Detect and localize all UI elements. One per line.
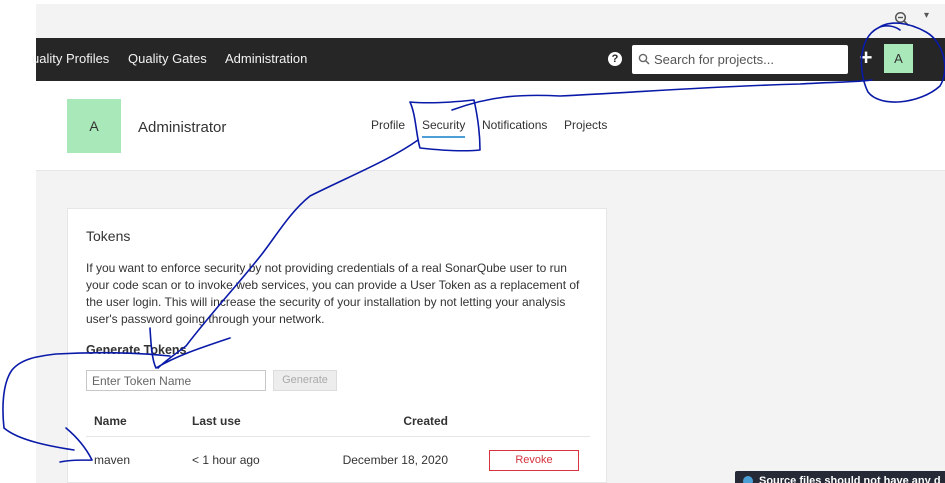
zoom-out-icon[interactable] <box>894 11 910 27</box>
user-avatar-button[interactable]: A <box>884 44 913 73</box>
browser-toolbar: ▾ <box>0 0 945 38</box>
generate-button[interactable]: Generate <box>273 370 337 391</box>
nav-quality-gates[interactable]: Quality Gates <box>128 51 207 66</box>
notification-text: Source files should not have any d <box>759 475 941 483</box>
help-icon[interactable]: ? <box>608 52 622 66</box>
token-name-cell: maven <box>94 453 131 467</box>
info-icon <box>743 476 753 483</box>
account-user-name: Administrator <box>138 119 227 136</box>
column-header-created: Created <box>403 414 448 428</box>
browser-toolbar-area <box>36 4 945 38</box>
notification-popup[interactable]: Source files should not have any d <box>735 471 945 483</box>
project-search[interactable] <box>632 45 848 74</box>
top-navbar: uality Profiles Quality Gates Administra… <box>32 38 945 81</box>
create-plus-icon[interactable]: + <box>858 47 874 69</box>
revoke-button[interactable]: Revoke <box>489 450 579 471</box>
tokens-description: If you want to enforce security by not p… <box>86 261 580 326</box>
token-last-use-cell: < 1 hour ago <box>192 453 260 467</box>
tab-projects[interactable]: Projects <box>564 118 607 132</box>
search-input[interactable] <box>654 45 842 74</box>
search-icon <box>638 53 650 65</box>
account-header: A Administrator Profile Security Notific… <box>36 81 945 171</box>
nav-administration[interactable]: Administration <box>225 51 307 66</box>
tab-notifications[interactable]: Notifications <box>482 118 547 132</box>
tab-security[interactable]: Security <box>422 118 466 138</box>
token-name-input[interactable] <box>86 370 266 391</box>
tokens-card: Tokens If you want to enforce security b… <box>67 208 607 483</box>
chevron-down-icon[interactable]: ▾ <box>924 10 934 24</box>
nav-quality-profiles[interactable]: uality Profiles <box>32 51 109 66</box>
generate-tokens-title: Generate Tokens <box>86 343 187 357</box>
account-avatar: A <box>67 99 121 153</box>
token-created-cell: December 18, 2020 <box>342 453 448 467</box>
column-header-last-use: Last use <box>192 414 241 428</box>
tab-profile[interactable]: Profile <box>371 118 405 132</box>
page: ▾ uality Profiles Quality Gates Administ… <box>0 0 945 483</box>
column-header-name: Name <box>94 414 127 428</box>
table-header-divider <box>86 436 590 437</box>
tokens-title: Tokens <box>86 228 131 244</box>
